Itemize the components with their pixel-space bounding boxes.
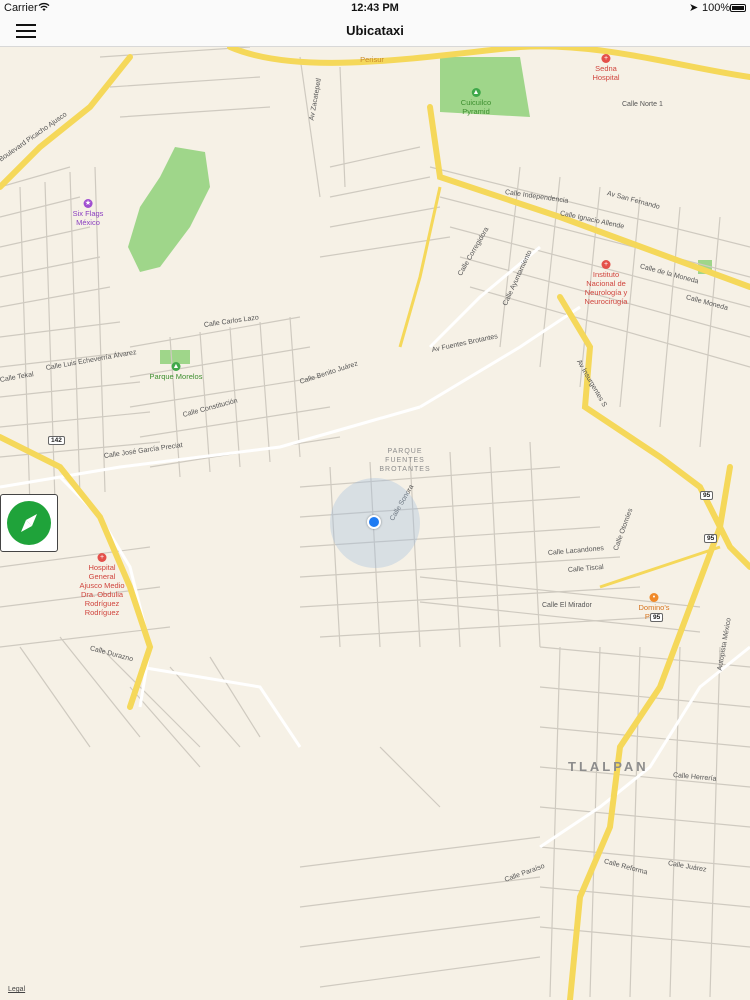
compass-icon (7, 501, 51, 545)
poi-perisur[interactable]: Perisur (360, 46, 384, 64)
poi-six-flags[interactable]: ★ Six Flags México (73, 190, 103, 227)
poi-sedna-hospital[interactable]: + Sedna Hospital (592, 45, 620, 82)
attraction-icon: ★ (83, 199, 93, 208)
navigation-bar: Ubicataxi (0, 16, 750, 47)
park-icon: ▲ (171, 362, 181, 371)
page-title: Ubicataxi (346, 23, 404, 38)
street-label: Calle El Mirador (542, 602, 592, 609)
route-shield-95: 95 (650, 613, 664, 622)
current-location-icon[interactable] (367, 515, 381, 529)
battery-icon (730, 4, 746, 12)
battery-percent: 100% (702, 2, 731, 14)
hospital-icon: + (97, 553, 107, 562)
route-shield-142: 142 (48, 436, 65, 445)
neighborhood-label: PARQUE FUENTES BROTANTES (379, 448, 431, 473)
hospital-icon: + (601, 54, 611, 63)
route-shield-95: 95 (704, 534, 718, 543)
park-icon: ▲ (471, 88, 481, 97)
poi-instituto-neurologia[interactable]: + Instituto Nacional de Neurología y Neur… (585, 251, 627, 306)
legal-link[interactable]: Legal (8, 986, 25, 993)
hamburger-icon[interactable] (16, 23, 36, 39)
location-services-icon: ➤ (689, 2, 699, 14)
route-shield-95: 95 (700, 491, 714, 500)
poi-hospital-ajusco-medio[interactable]: + Hospital General Ajusco Medio Dra. Obdu… (79, 544, 125, 617)
restaurant-icon: • (649, 593, 659, 602)
poi-cuicuilco-pyramid[interactable]: ▲ Cuicuilco Pyramid (461, 79, 491, 116)
status-time: 12:43 PM (351, 2, 399, 14)
poi-parque-morelos[interactable]: ▲ Parque Morelos (150, 353, 202, 381)
hospital-icon: + (601, 260, 611, 269)
district-label: TLALPAN (568, 759, 649, 774)
compass-button[interactable] (0, 494, 58, 552)
status-bar: Carrier 12:43 PM ➤ 100% (0, 0, 750, 16)
street-label: Calle Norte 1 (622, 101, 663, 108)
map-view[interactable]: TLALPAN PARQUE FUENTES BROTANTES ▲ Cuicui… (0, 47, 750, 1000)
